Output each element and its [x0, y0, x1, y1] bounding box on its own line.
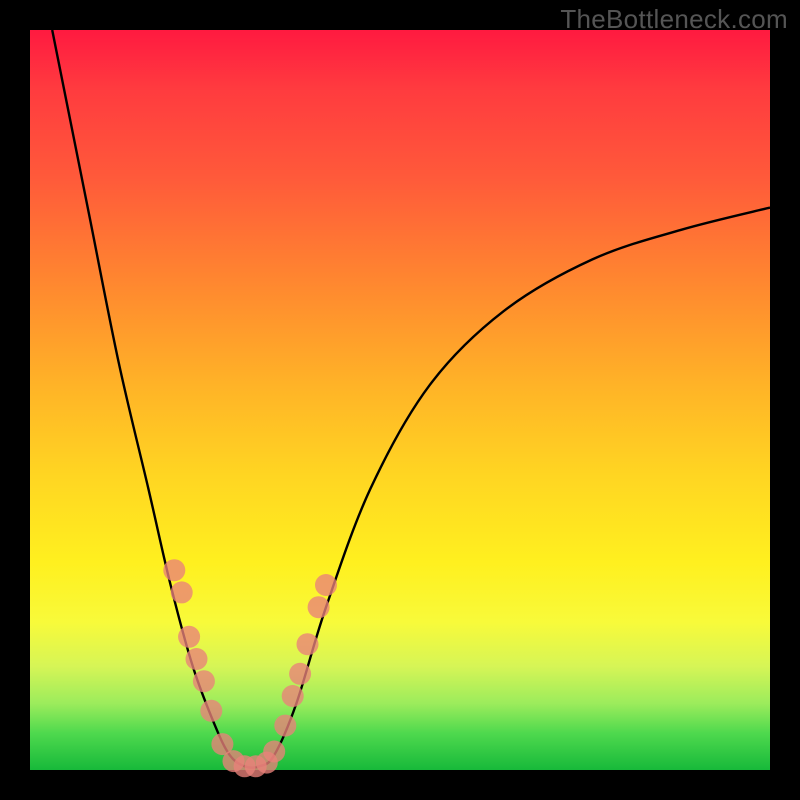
sample-dot [315, 574, 337, 596]
sample-dot [171, 581, 193, 603]
sample-dot [163, 559, 185, 581]
sample-dot [200, 700, 222, 722]
plot-area [30, 30, 770, 770]
sample-dot [282, 685, 304, 707]
watermark-text: TheBottleneck.com [560, 4, 788, 35]
chart-svg [30, 30, 770, 770]
sample-dot [274, 715, 296, 737]
bottleneck-curve [52, 30, 770, 768]
sample-dot [308, 596, 330, 618]
sample-dot [193, 670, 215, 692]
sample-dots [163, 559, 337, 777]
chart-frame: TheBottleneck.com [0, 0, 800, 800]
sample-dot [289, 663, 311, 685]
sample-dot [263, 741, 285, 763]
sample-dot [178, 626, 200, 648]
sample-dot [297, 633, 319, 655]
sample-dot [186, 648, 208, 670]
